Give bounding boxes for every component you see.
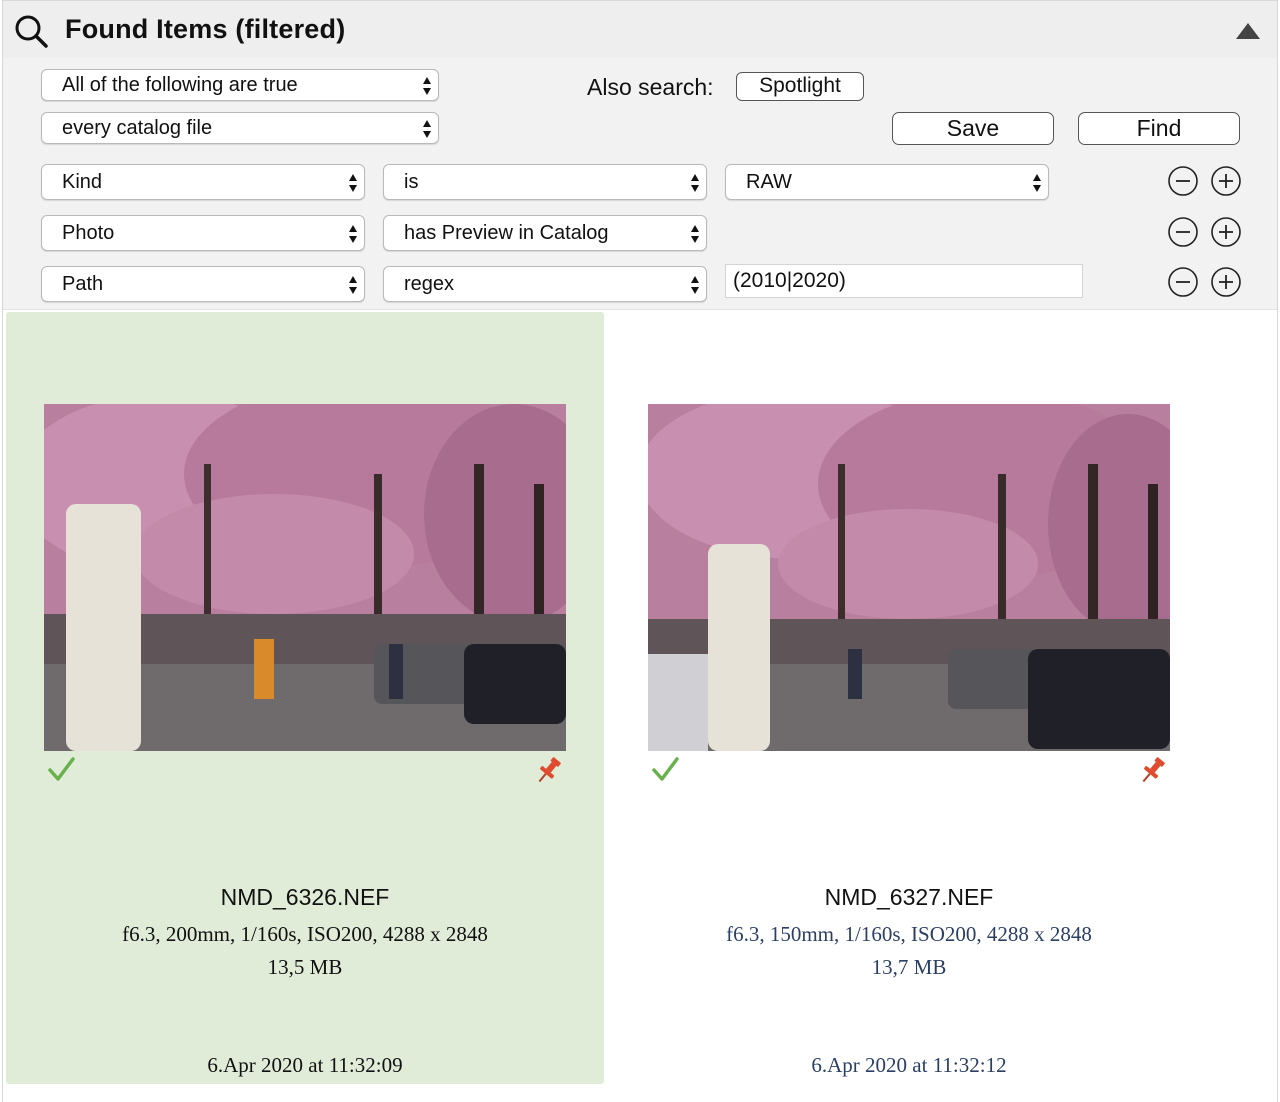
rule-2-field-select[interactable]: Photo [41, 215, 365, 251]
checkmark-icon[interactable] [650, 754, 680, 784]
rule-1-operator-select[interactable]: is [383, 164, 707, 200]
rule-3-value-input[interactable]: (2010|2020) [725, 264, 1083, 298]
rule-2-operator-select[interactable]: has Preview in Catalog [383, 215, 707, 251]
rule-3-operator-select[interactable]: regex [383, 266, 707, 302]
photo-thumbnail[interactable] [44, 404, 566, 751]
add-rule-1-icon[interactable] [1210, 165, 1242, 197]
result-cell[interactable]: NMD_6327.NEF f6.3, 150mm, 1/160s, ISO200… [610, 312, 1208, 1084]
up-down-arrows-icon [423, 77, 431, 95]
up-down-arrows-icon [349, 276, 357, 294]
rule-value: RAW [746, 171, 792, 193]
pin-icon[interactable] [533, 754, 565, 786]
up-down-arrows-icon [691, 276, 699, 294]
up-down-arrows-icon [349, 225, 357, 243]
remove-rule-1-icon[interactable] [1167, 165, 1199, 197]
capture-date: 6.Apr 2020 at 11:32:12 [811, 1053, 1007, 1077]
collapse-triangle-icon[interactable] [1235, 21, 1261, 41]
result-cell[interactable]: NMD_6326.NEF f6.3, 200mm, 1/160s, ISO200… [6, 312, 604, 1084]
spotlight-button[interactable]: Spotlight [736, 72, 864, 101]
file-name: NMD_6327.NEF [824, 884, 994, 910]
file-name: NMD_6326.NEF [220, 884, 390, 910]
page-title: Found Items (filtered) [65, 14, 346, 44]
rule-operator-value: has Preview in Catalog [404, 222, 609, 244]
rule-field-value: Photo [62, 222, 115, 244]
scope-select[interactable]: every catalog file [41, 112, 439, 144]
rule-operator-value: is [404, 171, 419, 193]
rule-1-field-select[interactable]: Kind [41, 164, 365, 200]
exif-info: f6.3, 200mm, 1/160s, ISO200, 4288 x 2848 [122, 922, 488, 946]
cherry-blossom-street-photo [648, 404, 1170, 751]
match-mode-select[interactable]: All of the following are true [41, 69, 439, 101]
exif-info: f6.3, 150mm, 1/160s, ISO200, 4288 x 2848 [726, 922, 1092, 946]
scope-value: every catalog file [62, 117, 213, 139]
rule-1-value-select[interactable]: RAW [725, 164, 1049, 200]
search-criteria-panel: All of the following are true every cata… [3, 58, 1277, 310]
photo-thumbnail[interactable] [648, 404, 1170, 751]
up-down-arrows-icon [691, 174, 699, 192]
search-icon [15, 15, 48, 48]
up-down-arrows-icon [1033, 174, 1041, 192]
found-items-window: Found Items (filtered) All of the follow… [2, 0, 1278, 1102]
remove-rule-3-icon[interactable] [1167, 266, 1199, 298]
up-down-arrows-icon [691, 225, 699, 243]
cherry-blossom-street-photo [44, 404, 566, 751]
file-size: 13,7 MB [871, 955, 947, 979]
rule-field-value: Path [62, 273, 104, 295]
also-search-label: Also search: [587, 74, 714, 100]
checkmark-icon[interactable] [46, 754, 76, 784]
match-mode-value: All of the following are true [62, 74, 298, 96]
rule-operator-value: regex [404, 273, 455, 295]
find-button[interactable]: Find [1078, 112, 1240, 145]
pin-icon[interactable] [1137, 754, 1169, 786]
file-size: 13,5 MB [267, 955, 343, 979]
capture-date: 6.Apr 2020 at 11:32:09 [207, 1053, 403, 1077]
up-down-arrows-icon [349, 174, 357, 192]
add-rule-3-icon[interactable] [1210, 266, 1242, 298]
rule-field-value: Kind [62, 171, 103, 193]
remove-rule-2-icon[interactable] [1167, 216, 1199, 248]
up-down-arrows-icon [423, 120, 431, 138]
save-button[interactable]: Save [892, 112, 1054, 145]
rule-3-field-select[interactable]: Path [41, 266, 365, 302]
header-bar: Found Items (filtered) [3, 0, 1277, 58]
add-rule-2-icon[interactable] [1210, 216, 1242, 248]
